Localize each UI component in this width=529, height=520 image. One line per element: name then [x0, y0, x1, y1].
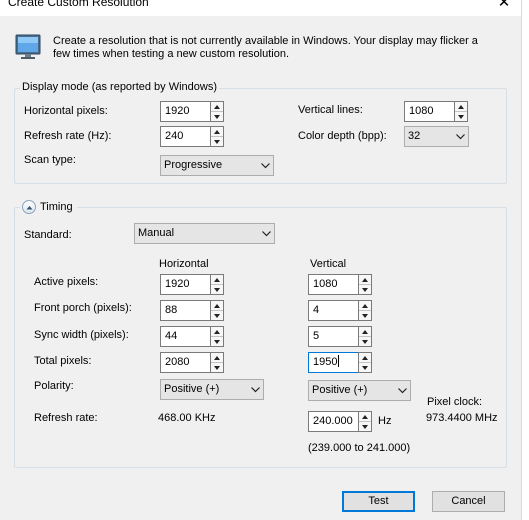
- scan-type-select[interactable]: Progressive: [160, 155, 274, 176]
- pixel-clock-value: 973.4400 MHz: [426, 412, 498, 424]
- column-header-vertical: Vertical: [310, 258, 347, 270]
- spin-up-button[interactable]: [455, 102, 467, 112]
- spin-up-button[interactable]: [359, 301, 371, 311]
- timing-refresh-rate-label: Refresh rate:: [34, 412, 98, 424]
- chevron-down-icon: [247, 386, 263, 393]
- total-pixels-v-value: 1950: [313, 356, 338, 368]
- spin-down-button[interactable]: [359, 337, 371, 346]
- timing-legend: Timing: [20, 200, 77, 214]
- total-pixels-h-input[interactable]: 2080: [160, 352, 210, 373]
- color-depth-value: 32: [408, 130, 421, 142]
- vertical-refresh-rate-spinner[interactable]: 240.000: [308, 411, 372, 432]
- sync-width-v-spinner[interactable]: 5: [308, 326, 372, 347]
- sync-width-h-input[interactable]: 44: [160, 326, 210, 347]
- spin-up-button[interactable]: [359, 275, 371, 285]
- display-mode-legend: Display mode (as reported by Windows): [20, 81, 220, 94]
- front-porch-h-input[interactable]: 88: [160, 300, 210, 321]
- spin-up-button[interactable]: [211, 127, 223, 137]
- active-pixels-h-input[interactable]: 1920: [160, 274, 210, 295]
- sync-width-label: Sync width (pixels):: [34, 329, 129, 341]
- scan-type-label: Scan type:: [24, 154, 76, 166]
- intro-text: Create a resolution that is not currentl…: [53, 35, 478, 60]
- pixel-clock-label: Pixel clock:: [427, 396, 483, 408]
- column-header-horizontal: Horizontal: [159, 258, 209, 270]
- horizontal-refresh-rate-value: 468.00 KHz: [158, 412, 216, 424]
- standard-value: Manual: [138, 227, 175, 239]
- polarity-v-value: Positive (+): [312, 384, 368, 396]
- total-pixels-v-spinner[interactable]: 1950: [308, 352, 372, 373]
- front-porch-h-spinner[interactable]: 88: [160, 300, 224, 321]
- refresh-rate-label: Refresh rate (Hz):: [24, 130, 112, 142]
- chevron-down-icon: [394, 387, 410, 394]
- window-title: Create Custom Resolution: [8, 0, 149, 9]
- window-edge: [521, 0, 529, 520]
- test-button[interactable]: Test: [342, 491, 415, 512]
- spin-down-button[interactable]: [211, 285, 223, 294]
- vertical-lines-spinner[interactable]: 1080: [404, 101, 468, 122]
- spin-down-button[interactable]: [211, 112, 223, 121]
- standard-select[interactable]: Manual: [134, 223, 275, 244]
- timing-legend-label: Timing: [40, 200, 73, 213]
- scan-type-value: Progressive: [164, 159, 223, 171]
- total-pixels-h-spinner[interactable]: 2080: [160, 352, 224, 373]
- spin-down-button[interactable]: [359, 363, 371, 372]
- front-porch-v-spinner[interactable]: 4: [308, 300, 372, 321]
- spin-down-button[interactable]: [211, 137, 223, 146]
- sync-width-h-spinner[interactable]: 44: [160, 326, 224, 347]
- spin-down-button[interactable]: [455, 112, 467, 121]
- chevron-down-icon: [258, 230, 274, 237]
- horizontal-pixels-input[interactable]: 1920: [160, 101, 210, 122]
- front-porch-v-input[interactable]: 4: [308, 300, 358, 321]
- monitor-icon: [15, 34, 41, 60]
- total-pixels-label: Total pixels:: [34, 355, 92, 367]
- refresh-rate-range: (239.000 to 241.000): [308, 442, 411, 454]
- spin-up-button[interactable]: [211, 353, 223, 363]
- close-icon[interactable]: ✕: [496, 0, 512, 11]
- polarity-h-select[interactable]: Positive (+): [160, 379, 264, 400]
- spin-up-button[interactable]: [211, 327, 223, 337]
- chevron-down-icon: [452, 133, 468, 140]
- chevron-up-icon[interactable]: [22, 200, 36, 214]
- horizontal-pixels-label: Horizontal pixels:: [24, 105, 108, 117]
- vertical-lines-label: Vertical lines:: [298, 104, 363, 116]
- spin-up-button[interactable]: [211, 102, 223, 112]
- refresh-rate-input[interactable]: 240: [160, 126, 210, 147]
- refresh-rate-spinner[interactable]: 240: [160, 126, 224, 147]
- spin-down-button[interactable]: [211, 311, 223, 320]
- spin-up-button[interactable]: [359, 412, 371, 422]
- active-pixels-v-input[interactable]: 1080: [308, 274, 358, 295]
- refresh-rate-unit: Hz: [378, 415, 392, 427]
- spin-up-button[interactable]: [359, 327, 371, 337]
- polarity-h-value: Positive (+): [164, 383, 220, 395]
- active-pixels-label: Active pixels:: [34, 276, 99, 288]
- color-depth-label: Color depth (bpp):: [298, 130, 387, 142]
- text-caret: [338, 355, 340, 367]
- standard-label: Standard:: [24, 229, 72, 241]
- spin-down-button[interactable]: [359, 311, 371, 320]
- polarity-label: Polarity:: [34, 380, 74, 392]
- color-depth-select[interactable]: 32: [404, 126, 469, 147]
- spin-up-button[interactable]: [211, 301, 223, 311]
- spin-up-button[interactable]: [359, 353, 371, 363]
- chevron-down-icon: [257, 162, 273, 169]
- front-porch-label: Front porch (pixels):: [34, 302, 132, 314]
- spin-down-button[interactable]: [211, 363, 223, 372]
- sync-width-v-input[interactable]: 5: [308, 326, 358, 347]
- cancel-button[interactable]: Cancel: [432, 491, 505, 512]
- horizontal-pixels-spinner[interactable]: 1920: [160, 101, 224, 122]
- spin-down-button[interactable]: [359, 422, 371, 431]
- vertical-refresh-rate-input[interactable]: 240.000: [308, 411, 358, 432]
- polarity-v-select[interactable]: Positive (+): [308, 380, 411, 401]
- active-pixels-h-spinner[interactable]: 1920: [160, 274, 224, 295]
- active-pixels-v-spinner[interactable]: 1080: [308, 274, 372, 295]
- spin-down-button[interactable]: [359, 285, 371, 294]
- spin-down-button[interactable]: [211, 337, 223, 346]
- vertical-lines-input[interactable]: 1080: [404, 101, 454, 122]
- spin-up-button[interactable]: [211, 275, 223, 285]
- total-pixels-v-input[interactable]: 1950: [308, 352, 358, 373]
